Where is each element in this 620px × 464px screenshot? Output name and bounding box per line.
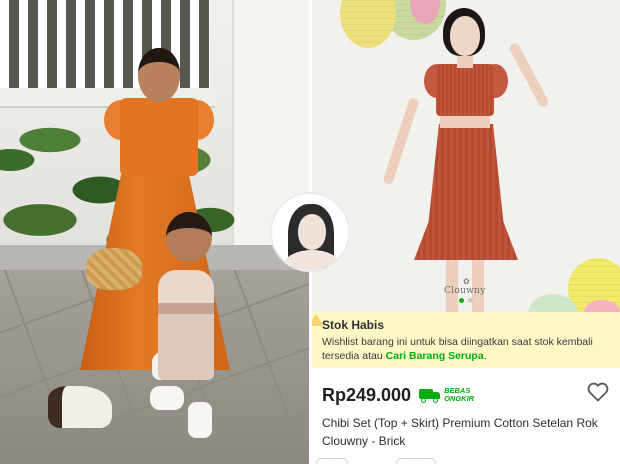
variant-chip[interactable] [316,458,348,464]
child-outfit [158,270,214,380]
stock-title: Stok Habis [322,318,385,332]
product-price: Rp249.000 [322,384,412,405]
left-lifestyle-photo [0,0,310,464]
brand-watermark: Clouwny [444,286,486,296]
model-face [450,16,480,56]
find-similar-link[interactable]: Cari Barang Serupa [386,350,484,362]
model-brick-top [436,64,494,116]
free-shipping-badge: BEBAS ONGKIR [419,387,474,403]
out-of-stock-banner: Stok Habis Wishlist barang ini untuk bis… [312,312,620,368]
carousel-dot-active[interactable] [459,298,464,303]
child-head [166,212,212,262]
model-left-arm [382,96,420,186]
product-screenshot: ✿ Clouwny Stok Habis Wishlist barang ini… [312,0,620,464]
child-shoe-left [150,386,184,410]
avatar-face [298,214,326,250]
stock-description: Wishlist barang ini untuk bisa diingatka… [322,335,610,363]
stock-desc-end: . [483,350,487,363]
free-shipping-label: BEBAS ONGKIR [444,387,474,403]
carousel-dot[interactable] [468,298,473,303]
price-row: Rp249.000 BEBAS ONGKIR [322,382,612,408]
woven-bag [86,248,142,290]
product-image-carousel[interactable]: ✿ Clouwny [312,0,620,312]
variant-chip[interactable] [396,458,436,464]
truck-icon [419,388,441,403]
paper-lantern-yellow [340,0,396,48]
product-title: Chibi Set (Top + Skirt) Premium Cotton S… [322,416,598,448]
model-brick-skirt [414,124,518,260]
carousel-dots [312,298,620,306]
avatar-shoulders [284,250,340,270]
woman-orange-top [120,98,198,176]
model-right-arm [508,41,550,109]
model-waist [440,116,490,128]
woman-sneaker-left [48,386,112,428]
watermark-logo-icon: ✿ [463,277,470,286]
woman-head [138,48,180,102]
free-shipping-line2: ONGKIR [444,394,475,403]
illustrated-portrait-icon [270,192,350,272]
heart-icon[interactable] [586,380,610,404]
child-shoe-right [188,402,212,438]
